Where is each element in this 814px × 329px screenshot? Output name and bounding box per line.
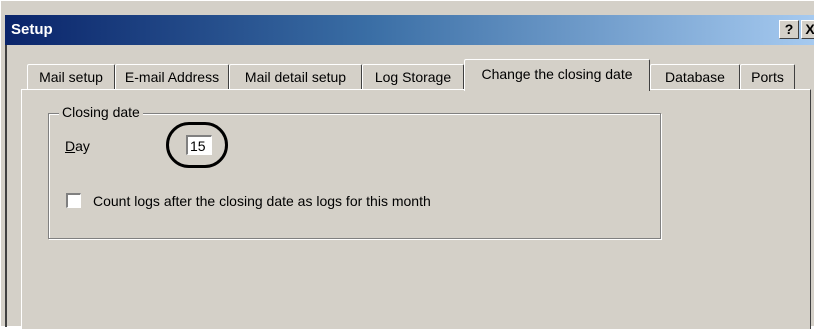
tab-change-closing-date[interactable]: Change the closing date [464,59,650,91]
title-bar[interactable]: Setup ? X [5,15,814,45]
day-label-rest: ay [75,138,90,154]
close-button[interactable]: X [801,20,814,39]
tab-mail-setup[interactable]: Mail setup [27,64,115,90]
help-button[interactable]: ? [779,20,799,39]
day-input[interactable]: 15 [186,135,212,155]
tab-mail-detail-setup[interactable]: Mail detail setup [229,64,362,90]
tab-panel: Closing date Day 15 Count logs after the… [21,89,811,329]
count-logs-label[interactable]: Count logs after the closing date as log… [93,193,431,209]
group-title: Closing date [59,104,143,120]
tab-database[interactable]: Database [650,64,740,90]
closing-date-group: Closing date Day 15 Count logs after the… [48,104,661,239]
day-label-accelerator: D [65,138,76,154]
count-logs-checkbox[interactable] [66,193,81,208]
day-label: Day [65,138,90,154]
window-title: Setup [11,21,53,38]
tab-log-storage[interactable]: Log Storage [362,64,464,90]
window-border [5,45,7,327]
setup-dialog: Setup ? X Mail setup E-mail Address Mail… [0,0,814,329]
tab-ports[interactable]: Ports [740,64,795,90]
tab-email-address[interactable]: E-mail Address [115,64,229,90]
